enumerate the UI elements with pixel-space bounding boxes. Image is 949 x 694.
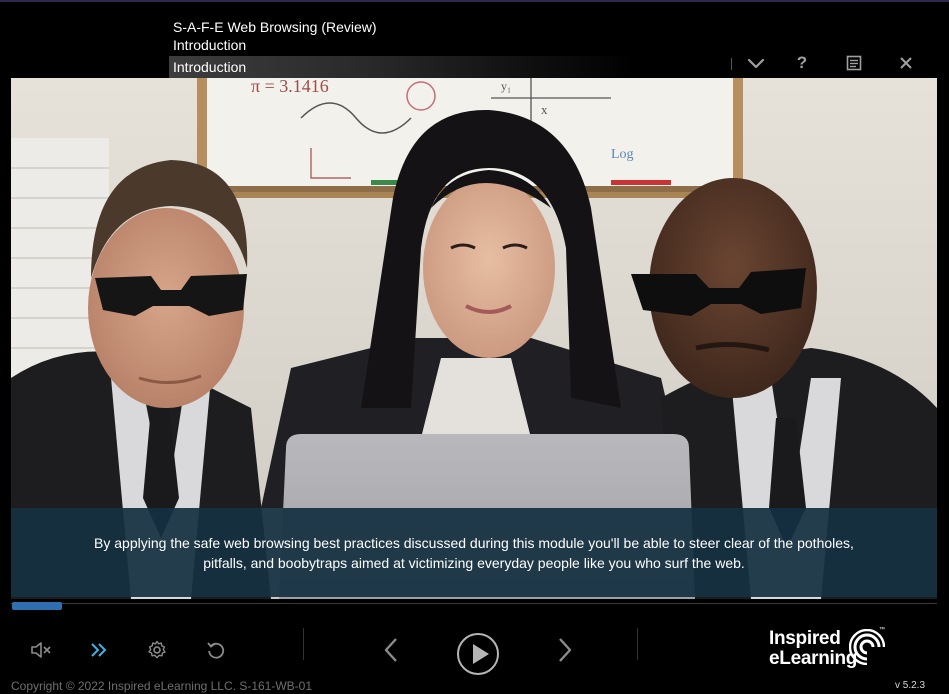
previous-button[interactable] [378,636,404,664]
play-icon [457,633,499,675]
menu-bar[interactable]: Introduction [169,56,949,78]
progress-fill[interactable] [12,602,62,610]
notes-icon [846,55,862,71]
replay-icon [207,642,225,659]
previous-icon [384,638,397,662]
fast-forward-button[interactable] [86,638,112,662]
logo-trademark: ™ [879,627,885,633]
section-title: Introduction [173,37,247,53]
svg-text:Log: Log [611,147,634,162]
next-button[interactable] [552,636,578,664]
svg-text:y₁: y₁ [501,79,511,93]
toolbar-divider [731,58,732,70]
close-icon [900,57,912,69]
version-label: v 5.2.3 [895,680,926,691]
copyright-text: Copyright © 2022 Inspired eLearning LLC.… [11,679,313,693]
replay-button[interactable] [203,638,229,662]
logo-line-2: eLearning [769,648,858,669]
logo-line-1: Inspired [769,628,841,649]
chevron-down-icon [747,58,765,69]
logo-arcs-icon [849,629,885,665]
progress-track[interactable] [11,603,937,604]
fast-forward-icon [91,643,107,657]
whiteboard-formula: π = 3.1416 [251,78,329,96]
controls-divider-right [637,628,638,660]
settings-button[interactable] [144,638,170,662]
mute-icon [31,642,51,658]
notes-button[interactable] [841,52,867,74]
play-button[interactable] [456,632,500,676]
close-button[interactable] [893,52,919,74]
help-button[interactable]: ? [789,52,815,74]
course-title: S-A-F-E Web Browsing (Review) [173,19,377,35]
menu-toggle-button[interactable] [743,52,769,74]
controls-divider-left [303,628,304,660]
next-icon [559,638,572,662]
caption-line-1: By applying the safe web browsing best p… [94,534,854,551]
caption-panel: By applying the safe web browsing best p… [11,508,937,597]
help-icon: ? [796,53,808,72]
inspired-elearning-logo: Inspired eLearning ™ [769,627,889,671]
top-accent-line [0,0,949,2]
menu-current-label: Introduction [173,59,247,75]
settings-icon [148,640,166,659]
mute-button[interactable] [28,638,54,662]
svg-text:x: x [541,102,548,117]
caption-line-2: pitfalls, and boobytraps aimed at victim… [203,554,745,571]
